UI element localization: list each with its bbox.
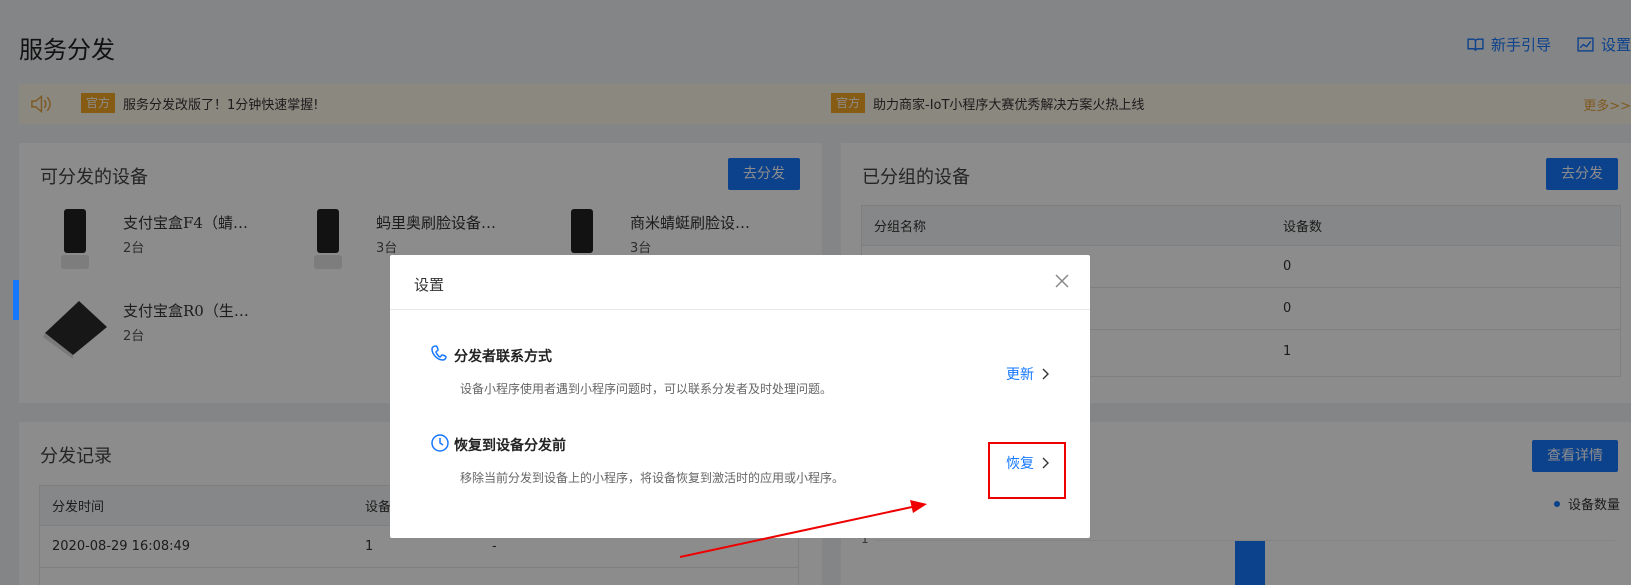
clock-icon xyxy=(431,434,449,452)
option-title: 分发者联系方式 xyxy=(454,349,552,365)
option-desc: 移除当前分发到设备上的小程序，将设备恢复到激活时的应用或小程序。 xyxy=(460,471,845,485)
chevron-right-icon xyxy=(1042,368,1049,380)
modal-title: 设置 xyxy=(414,276,445,294)
option-desc: 设备小程序使用者遇到小程序问题时，可以联系分发者及时处理问题。 xyxy=(460,382,833,396)
modal-header: 设置 xyxy=(390,255,1090,310)
close-icon[interactable] xyxy=(1054,273,1070,289)
left-accent xyxy=(13,280,19,320)
option-title: 恢复到设备分发前 xyxy=(454,438,566,454)
phone-icon xyxy=(431,345,447,361)
contact-option: 分发者联系方式 设备小程序使用者遇到小程序问题时，可以联系分发者及时处理问题。 … xyxy=(430,344,1050,404)
restore-option: 恢复到设备分发前 移除当前分发到设备上的小程序，将设备恢复到激活时的应用或小程序… xyxy=(430,433,1050,493)
update-link[interactable]: 更新 xyxy=(1006,364,1050,384)
settings-modal: 设置 分发者联系方式 设备小程序使用者遇到小程序问题时，可以联系分发者及时处理问… xyxy=(390,255,1090,538)
highlight-box xyxy=(988,442,1066,499)
update-label: 更新 xyxy=(1006,367,1034,383)
